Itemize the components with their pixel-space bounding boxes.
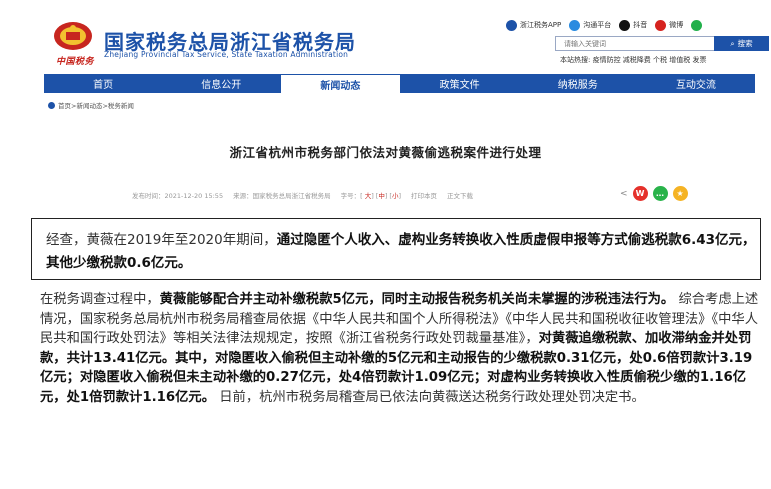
font-size-large[interactable]: 大: [365, 192, 372, 200]
app-link-weibo[interactable]: 微博: [655, 19, 684, 31]
site-subtitle: Zhejiang Provincial Tax Service, State T…: [104, 50, 349, 59]
main-nav: 首页 信息公开 新闻动态 政策文件 纳税服务 互动交流: [44, 74, 755, 93]
app-link-label: 抖音: [633, 21, 648, 29]
share-bar: < W … ★: [620, 186, 688, 201]
app-link-communication[interactable]: 沟通平台: [569, 19, 612, 31]
weibo-icon: [655, 19, 667, 31]
publish-date: 发布时间：2021-12-20 15:55: [132, 192, 224, 200]
summary-intro: 经查，黄薇在2019年至2020年期间，: [46, 232, 277, 248]
nav-item-news[interactable]: 新闻动态: [280, 74, 401, 93]
weibo-share-icon[interactable]: W: [632, 186, 648, 201]
body-p1-intro: 在税务调查过程中，: [40, 292, 160, 307]
tax-emblem-icon: [54, 22, 92, 50]
app-link-label: 沟通平台: [583, 21, 612, 29]
nav-item-interaction[interactable]: 互动交流: [637, 74, 755, 93]
app-link-label: 微博: [669, 21, 684, 29]
article-title: 浙江省杭州市税务部门依法对黄薇偷逃税案件进行处理: [229, 145, 542, 160]
nav-item-policy[interactable]: 政策文件: [401, 74, 519, 93]
qzone-share-icon[interactable]: ★: [672, 186, 688, 201]
font-size-medium[interactable]: 中: [378, 192, 385, 200]
nav-item-home[interactable]: 首页: [44, 74, 162, 93]
breadcrumb-text[interactable]: 首页>新闻动态>税务新闻: [58, 100, 134, 110]
site-search: ⌕ 搜索: [555, 36, 769, 51]
site-header: 国家税务总局浙江省税务局 Zhejiang Provincial Tax Ser…: [0, 0, 771, 74]
font-size-label: 字号：: [340, 192, 361, 200]
app-link-label: 浙江税务APP: [520, 21, 562, 29]
nav-item-tax-service[interactable]: 纳税服务: [519, 74, 637, 93]
app-links: 浙江税务APP 沟通平台 抖音 微博: [506, 17, 703, 33]
wechat-share-icon[interactable]: …: [652, 186, 668, 201]
body-p3-conclusion: 日前，杭州市税务局稽查局已依法向黄薇送达税务行政处理处罚决定书。: [219, 389, 645, 405]
article-source: 来源：国家税务总局浙江省税务局: [233, 192, 331, 200]
article-body: 在税务调查过程中，黄薇能够配合并主动补缴税款5亿元，同时主动报告税务机关尚未掌握…: [40, 290, 764, 407]
douyin-icon: [619, 19, 631, 31]
search-button-label: 搜索: [737, 39, 753, 48]
print-link[interactable]: 打印本页: [411, 190, 437, 200]
breadcrumb: 首页>新闻动态>税务新闻: [48, 100, 134, 110]
app-link-douyin[interactable]: 抖音: [619, 19, 648, 31]
article-meta: 发布时间：2021-12-20 15:55 来源：国家税务总局浙江省税务局 字号…: [132, 190, 473, 200]
app-icon: [506, 19, 517, 31]
cloud-icon: [569, 19, 581, 31]
search-icon: ⌕: [730, 38, 735, 48]
investigation-summary: 经查，黄薇在2019年至2020年期间，通过隐匿个人收入、虚构业务转换收入性质虚…: [31, 218, 761, 280]
app-link-zhejiang-tax[interactable]: 浙江税务APP: [506, 19, 562, 31]
share-icon[interactable]: <: [620, 189, 628, 199]
hot-search[interactable]: 本站热搜: 疫情防控 减税降费 个税 增值税 发票: [560, 55, 706, 65]
search-button[interactable]: ⌕ 搜索: [714, 36, 769, 51]
china-tax-seal: 中国税务: [56, 57, 95, 67]
font-size-control: 字号：[ 大] [中] [小]: [340, 192, 402, 200]
body-p1-highlight: 黄薇能够配合并主动补缴税款5亿元，同时主动报告税务机关尚未掌握的涉税违法行为。: [159, 292, 675, 307]
font-size-small[interactable]: 小: [392, 192, 399, 200]
download-link[interactable]: 正文下载: [447, 190, 473, 200]
search-input[interactable]: [555, 36, 714, 51]
wechat-icon: [691, 19, 703, 31]
nav-item-info-disclosure[interactable]: 信息公开: [162, 74, 280, 93]
location-icon: [48, 101, 55, 109]
app-link-wechat[interactable]: [691, 19, 703, 31]
